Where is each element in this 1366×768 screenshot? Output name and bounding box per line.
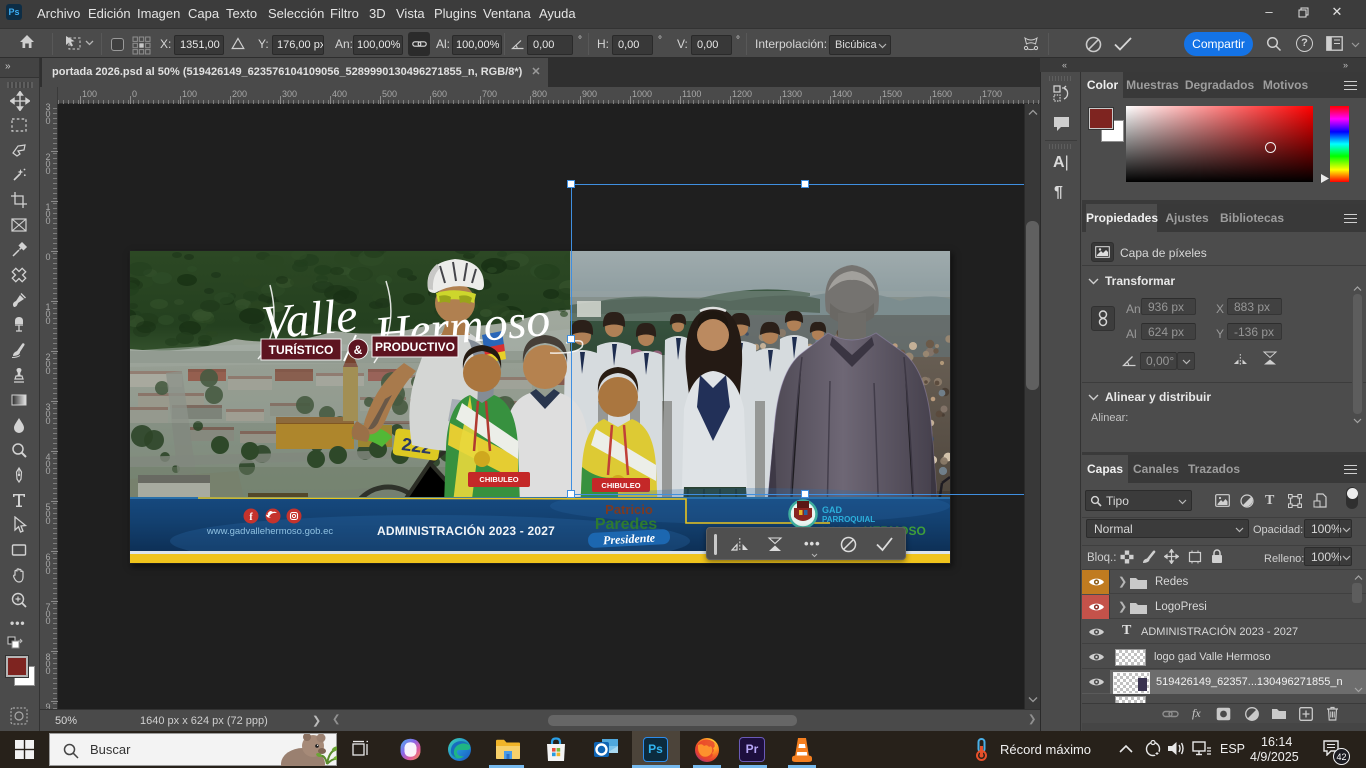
svg-text:PRODUCTIVO: PRODUCTIVO [375,340,455,354]
svg-text:Patricio: Patricio [605,502,653,517]
svg-text:CHIBULEO: CHIBULEO [479,475,518,484]
svg-text:&: & [354,343,363,357]
svg-text:Presidente: Presidente [603,531,656,548]
svg-text:www.gadvallehermoso.gob.ec: www.gadvallehermoso.gob.ec [206,526,333,537]
svg-text:CHIBULEO: CHIBULEO [601,481,640,490]
svg-text:GAD: GAD [822,505,843,515]
svg-text:PARROQUIAL: PARROQUIAL [822,515,875,524]
svg-text:ADMINISTRACIÓN 2023 - 2027: ADMINISTRACIÓN 2023 - 2027 [377,523,555,538]
svg-text:TURÍSTICO: TURÍSTICO [269,342,334,357]
